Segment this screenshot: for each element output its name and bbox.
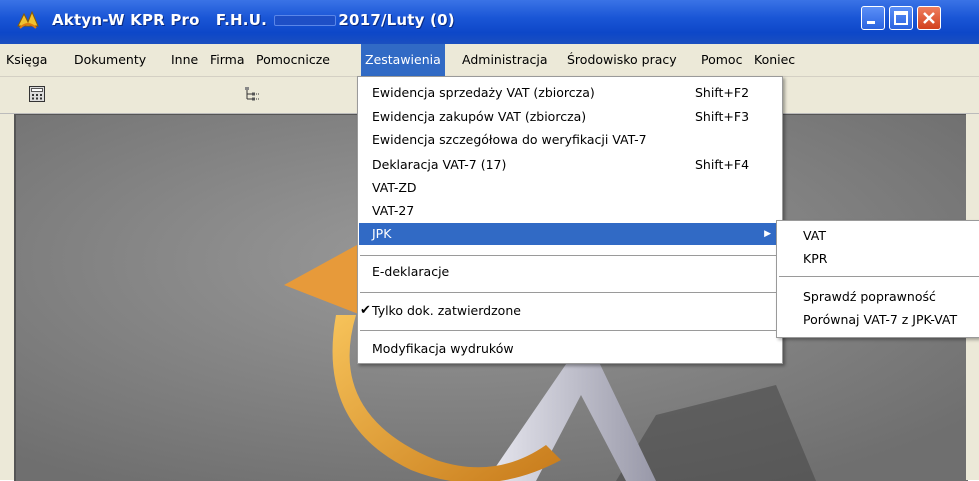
title-app-name: Aktyn-W KPR Pro: [52, 11, 200, 29]
menu-item-shortcut: Shift+F2: [695, 85, 750, 100]
title-bar[interactable]: Aktyn-W KPR Pro F.H.U. 2017/Luty (0): [0, 0, 979, 44]
title-period: 2017/Luty (0): [338, 11, 455, 29]
window-title: Aktyn-W KPR Pro F.H.U. 2017/Luty (0): [52, 11, 455, 29]
submenu-item-kpr[interactable]: KPR: [803, 249, 827, 269]
menu-item-tylko-dok-zatwierdzone[interactable]: ✔ Tylko dok. zatwierdzone: [359, 300, 781, 322]
menu-item-ewidencja-zakupow[interactable]: Ewidencja zakupów VAT (zbiorcza) Shift+F…: [359, 106, 781, 128]
menu-administracja[interactable]: Administracja: [458, 44, 552, 76]
submenu-item-porownaj-vat7-jpk[interactable]: Porównaj VAT-7 z JPK-VAT: [803, 310, 957, 330]
menu-koniec[interactable]: Koniec: [750, 44, 799, 76]
maximize-button[interactable]: [889, 6, 913, 30]
minimize-icon: [867, 21, 875, 24]
menu-item-label: Modyfikacja wydruków: [372, 341, 514, 356]
window-left-edge: [0, 114, 14, 480]
menu-item-e-deklaracje[interactable]: E-deklaracje: [359, 261, 781, 283]
title-firm: F.H.U.: [215, 11, 267, 29]
menu-item-label: E-deklaracje: [372, 264, 450, 279]
app-logo-icon: [17, 10, 39, 29]
menu-item-ewidencja-szczegolowa[interactable]: Ewidencja szczegółowa do weryfikacji VAT…: [359, 129, 781, 151]
jpk-submenu: VAT KPR Sprawdź poprawność Porównaj VAT-…: [776, 220, 979, 338]
menu-zestawienia[interactable]: Zestawienia: [361, 44, 445, 76]
menu-item-vat-zd[interactable]: VAT-ZD: [359, 177, 781, 199]
maximize-icon: [894, 11, 908, 25]
close-button[interactable]: [917, 6, 941, 30]
menu-item-label: VAT-ZD: [372, 180, 417, 195]
menu-firma[interactable]: Firma: [206, 44, 249, 76]
menu-item-ewidencja-sprzedazy[interactable]: Ewidencja sprzedaży VAT (zbiorcza) Shift…: [359, 82, 781, 104]
menu-inne[interactable]: Inne: [167, 44, 202, 76]
menu-pomoc[interactable]: Pomoc: [697, 44, 746, 76]
menu-item-shortcut: Shift+F3: [695, 109, 750, 124]
menu-item-vat-27[interactable]: VAT-27: [359, 200, 781, 222]
menu-ksiega[interactable]: Księga: [2, 44, 51, 76]
menu-dokumenty[interactable]: Dokumenty: [70, 44, 150, 76]
close-icon: [923, 12, 935, 24]
menu-item-shortcut: Shift+F4: [695, 157, 750, 172]
menu-bar: Księga Dokumenty Inne Firma Pomocnicze Z…: [0, 44, 979, 77]
menu-item-label: Ewidencja zakupów VAT (zbiorcza): [372, 109, 587, 124]
menu-separator: [360, 255, 780, 256]
title-redacted-block: [274, 15, 337, 26]
menu-item-deklaracja-vat7[interactable]: Deklaracja VAT-7 (17) Shift+F4: [359, 154, 781, 176]
menu-separator: [360, 292, 780, 293]
calculator-icon[interactable]: [28, 85, 46, 103]
menu-srodowisko-pracy[interactable]: Środowisko pracy: [563, 44, 681, 76]
menu-separator: [360, 330, 780, 331]
menu-item-label: Ewidencja szczegółowa do weryfikacji VAT…: [372, 132, 647, 147]
menu-item-jpk[interactable]: JPK ▶: [359, 223, 781, 245]
menu-item-label: Tylko dok. zatwierdzone: [372, 303, 521, 318]
zestawienia-dropdown-menu: Ewidencja sprzedaży VAT (zbiorcza) Shift…: [357, 76, 783, 364]
menu-separator: [779, 276, 979, 277]
menu-item-modyfikacja-wydrukow[interactable]: Modyfikacja wydruków: [359, 338, 781, 360]
menu-pomocnicze[interactable]: Pomocnicze: [252, 44, 334, 76]
tree-list-icon[interactable]: [243, 85, 261, 103]
submenu-item-vat[interactable]: VAT: [803, 226, 826, 246]
menu-item-label: Ewidencja sprzedaży VAT (zbiorcza): [372, 85, 595, 100]
menu-item-label: JPK: [372, 226, 392, 241]
minimize-button[interactable]: [861, 6, 885, 30]
menu-item-label: Deklaracja VAT-7 (17): [372, 157, 507, 172]
menu-item-label: VAT-27: [372, 203, 415, 218]
submenu-arrow-icon: ▶: [764, 229, 771, 239]
checkmark-icon: ✔: [360, 303, 371, 318]
submenu-item-sprawdz-poprawnosc[interactable]: Sprawdź poprawność: [803, 287, 936, 307]
